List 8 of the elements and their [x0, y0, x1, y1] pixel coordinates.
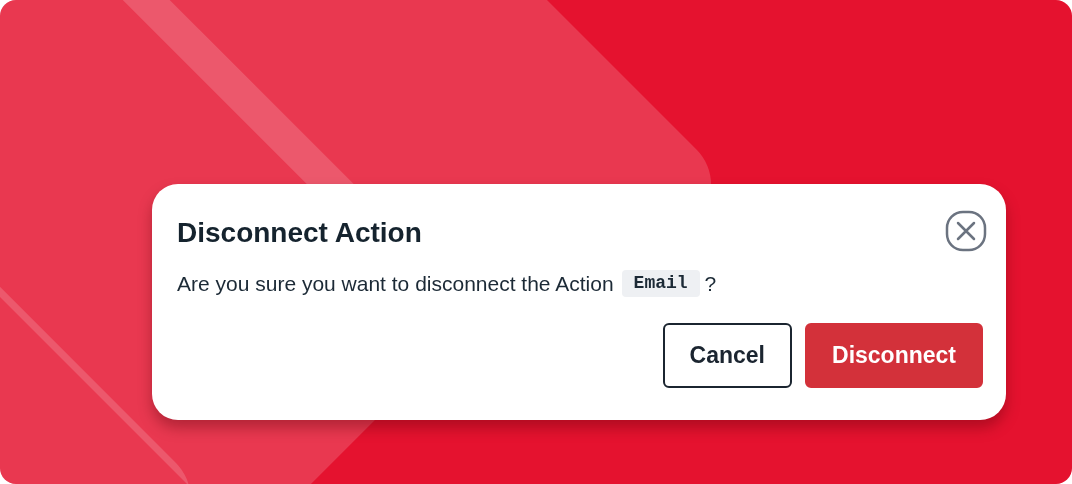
disconnect-button[interactable]: Disconnect [805, 322, 983, 388]
question-mark: ? [704, 271, 717, 297]
cancel-button[interactable]: Cancel [662, 322, 792, 388]
close-icon [945, 210, 987, 252]
close-button[interactable] [945, 210, 987, 252]
code-tag: Email [621, 270, 700, 298]
dialog-title: Disconnect Action [177, 216, 422, 250]
dialog-message: Are you sure you want to disconnect the Action [177, 271, 614, 297]
